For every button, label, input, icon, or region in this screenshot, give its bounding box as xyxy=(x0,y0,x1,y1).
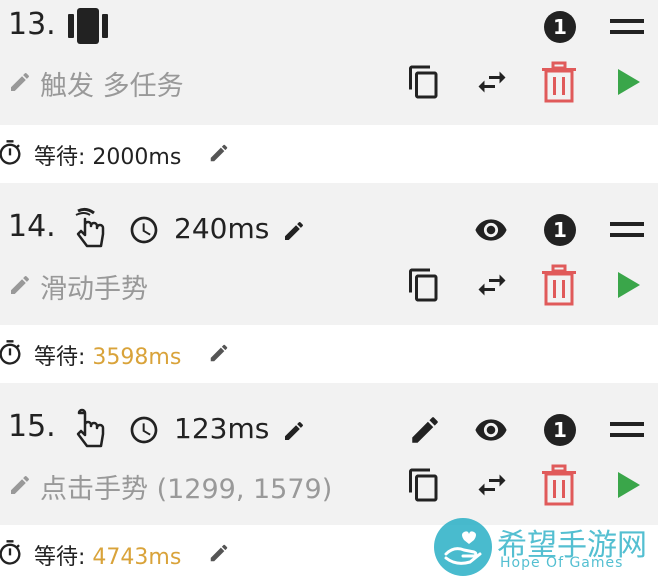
edit-wait-icon[interactable] xyxy=(208,342,230,364)
drag-handle-icon[interactable] xyxy=(610,216,644,244)
clock-icon xyxy=(130,416,158,444)
svg-text:1: 1 xyxy=(553,15,567,39)
count-badge-icon[interactable]: 1 xyxy=(543,213,577,247)
step-15-delay: 123ms xyxy=(174,412,270,445)
copy-icon[interactable] xyxy=(406,265,442,305)
copy-icon[interactable] xyxy=(406,465,442,505)
play-icon[interactable] xyxy=(616,270,642,300)
step-13-card[interactable]: 13. 1 触发 多任务 xyxy=(0,0,658,125)
play-icon[interactable] xyxy=(616,470,642,500)
step-14-delay: 240ms xyxy=(174,212,270,245)
drag-handle-icon[interactable] xyxy=(610,416,644,444)
eye-icon[interactable] xyxy=(472,213,510,247)
edit-delay-icon[interactable] xyxy=(282,219,306,243)
svg-text:1: 1 xyxy=(553,418,567,442)
step-13-wait-row[interactable]: 等待: 2000ms xyxy=(0,125,658,183)
edit-wait-icon[interactable] xyxy=(208,142,230,164)
step-14-wait-text: 等待: 3598ms xyxy=(34,345,182,370)
delete-icon[interactable] xyxy=(540,264,578,306)
clock-icon xyxy=(130,216,158,244)
step-13-wait-text: 等待: 2000ms xyxy=(34,145,182,170)
svg-text:1: 1 xyxy=(553,218,567,242)
multitask-icon xyxy=(68,8,108,44)
watermark-logo xyxy=(434,518,492,576)
tap-gesture-icon xyxy=(76,408,105,448)
copy-icon[interactable] xyxy=(406,62,442,102)
step-13-number: 13. xyxy=(8,7,56,42)
step-15-wait-text: 等待: 4743ms xyxy=(34,545,182,570)
edit-label-icon[interactable] xyxy=(8,473,32,497)
swap-icon[interactable] xyxy=(472,64,512,100)
edit-delay-icon[interactable] xyxy=(282,419,306,443)
hand-heart-icon xyxy=(444,531,482,565)
step-14-label: 滑动手势 xyxy=(40,274,148,305)
step-14-wait-row[interactable]: 等待: 3598ms xyxy=(0,325,658,383)
edit-label-icon[interactable] xyxy=(8,70,32,94)
count-badge-icon[interactable]: 1 xyxy=(543,413,577,447)
delete-icon[interactable] xyxy=(540,464,578,506)
step-15-label: 点击手势 (1299, 1579) xyxy=(40,474,333,505)
stopwatch-icon xyxy=(0,540,21,565)
stopwatch-icon xyxy=(0,140,21,165)
step-14-number: 14. xyxy=(8,209,56,244)
eye-icon[interactable] xyxy=(472,413,510,447)
swap-icon[interactable] xyxy=(472,467,512,503)
step-14-card[interactable]: 14. 240ms 1 滑动手势 xyxy=(0,183,658,325)
edit-wait-icon[interactable] xyxy=(208,542,230,564)
step-13-wait-value: 2000ms xyxy=(92,145,182,170)
swipe-gesture-icon xyxy=(75,207,105,248)
edit-label-icon[interactable] xyxy=(8,273,32,297)
step-15-wait-value: 4743ms xyxy=(92,545,182,570)
play-icon[interactable] xyxy=(616,67,642,97)
step-15-card[interactable]: 15. 123ms 1 点击手势 (1299, 1579) xyxy=(0,383,658,525)
watermark-subtext: Hope Of Games xyxy=(500,555,624,571)
step-14-wait-value: 3598ms xyxy=(92,345,182,370)
stopwatch-icon xyxy=(0,340,21,365)
count-badge-icon[interactable]: 1 xyxy=(543,10,577,44)
edit-icon[interactable] xyxy=(408,413,442,447)
step-13-label: 触发 多任务 xyxy=(40,71,184,102)
swap-icon[interactable] xyxy=(472,267,512,303)
drag-handle-icon[interactable] xyxy=(610,13,644,41)
step-15-number: 15. xyxy=(8,409,56,444)
delete-icon[interactable] xyxy=(540,61,578,103)
